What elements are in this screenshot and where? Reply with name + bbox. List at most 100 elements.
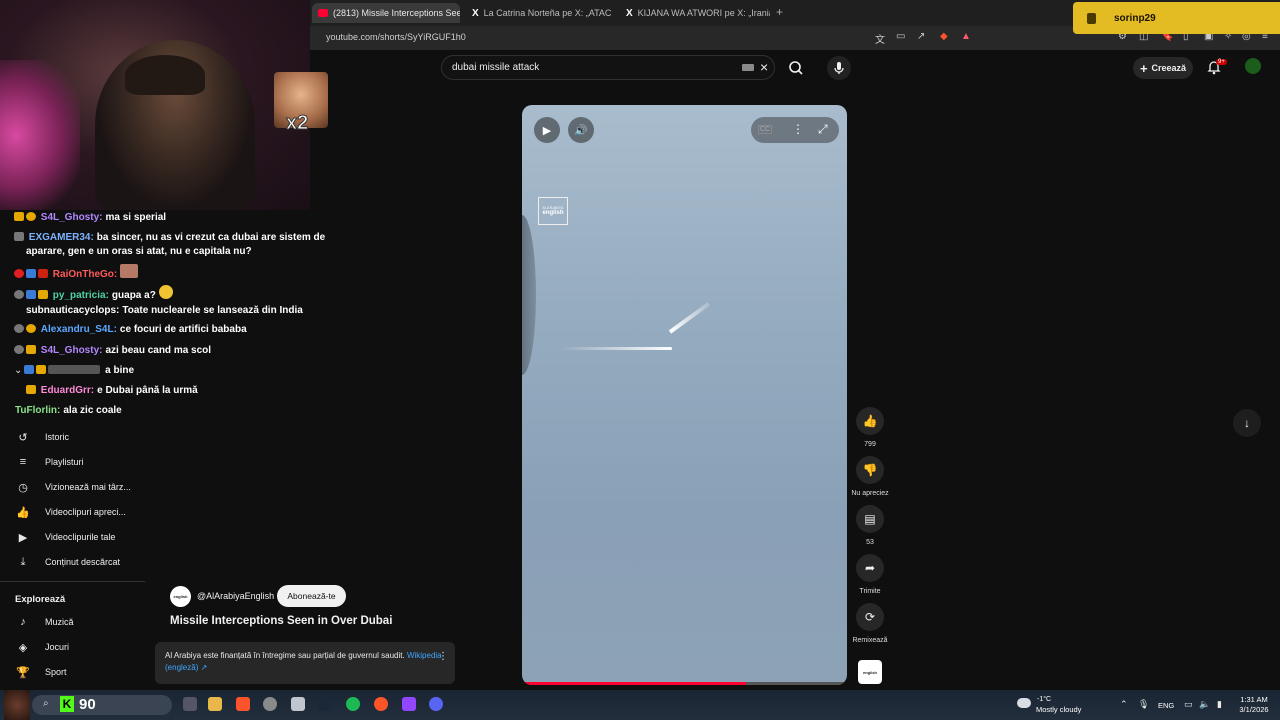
share-page-icon[interactable]: ↗ <box>917 31 925 42</box>
chat-message: py_patricia: guapa a? <box>14 285 175 302</box>
clear-search-icon[interactable]: × <box>760 59 768 75</box>
spotify-icon[interactable] <box>346 697 360 711</box>
fullscreen-icon[interactable]: ⤢ <box>818 122 828 137</box>
alarabiya-watermark: ALARABIYA english <box>538 197 568 225</box>
translate-icon[interactable]: 文 <box>875 31 885 46</box>
history-icon: ↺ <box>18 431 28 444</box>
language-indicator[interactable]: ENG <box>1158 701 1174 710</box>
browser-tab-x-2[interactable]: X KIJANA WA ATWORI pe X: „Irania <box>620 3 770 23</box>
comment-icon: ▤ <box>856 505 884 533</box>
discord-icon[interactable] <box>429 697 443 711</box>
mic-icon[interactable]: 🎙 <box>1138 699 1149 710</box>
progress-bar[interactable] <box>522 682 847 685</box>
channel-name[interactable]: @AlArabiyaEnglish <box>197 591 274 601</box>
more-options-icon[interactable]: ⋮ <box>792 122 804 136</box>
speaker-icon[interactable]: 🔈 <box>1199 699 1210 710</box>
sidebar-item-downloads[interactable]: ⤓ Conținut descărcat <box>0 551 150 573</box>
brave-shield-icon[interactable]: ◆ <box>940 31 948 42</box>
account-avatar[interactable] <box>1245 58 1261 74</box>
search-input[interactable]: dubai missile attack <box>452 62 539 73</box>
chat-username: py_patricia: <box>52 290 109 301</box>
sidebar-item-history[interactable]: ↺ Istoric <box>0 426 150 448</box>
short-title[interactable]: Missile Interceptions Seen in Over Dubai <box>170 615 392 627</box>
arrow-down-icon: ↓ <box>1244 416 1250 430</box>
steam-icon[interactable] <box>318 697 332 711</box>
weather-description: Mostly cloudy <box>1036 705 1082 714</box>
user-badge-icon <box>14 324 24 333</box>
thumb-up-icon: 👍 <box>856 407 884 435</box>
keyboard-icon[interactable] <box>742 64 754 71</box>
chat-text: azi beau cand ma scol <box>105 345 212 356</box>
sidebar-item-label: Istoric <box>45 432 70 442</box>
dislike-button[interactable]: 👎 Nu apreciez <box>849 456 891 497</box>
play-button[interactable]: ▶ <box>534 117 560 143</box>
sidebar-item-your-videos[interactable]: ▶ Videoclipurile tale <box>0 526 150 548</box>
create-label: Creează <box>1151 63 1187 73</box>
brave-icon[interactable] <box>236 697 250 711</box>
verified-badge-icon <box>24 365 35 374</box>
crown-badge-icon <box>26 345 36 354</box>
sidebar-item-playlists[interactable]: ≡ Playlisturi <box>0 451 150 473</box>
streamer-avatar <box>4 690 30 720</box>
task-view-icon[interactable] <box>183 697 197 711</box>
channel-avatar-text: english <box>173 594 188 599</box>
battery-icon[interactable]: ▮ <box>1217 699 1222 710</box>
obs-icon[interactable] <box>263 697 277 711</box>
calculator-icon[interactable] <box>291 697 305 711</box>
chat-text: Toate nuclearele se lansează din India <box>122 305 303 316</box>
tab-title: KIJANA WA ATWORI pe X: „Irania <box>637 8 770 18</box>
x-icon: X <box>472 7 479 19</box>
create-button[interactable]: + Creează <box>1133 57 1193 79</box>
sidebar-item-music[interactable]: ♪ Muzică <box>0 611 150 633</box>
sidebar-item-sports[interactable]: 🏆 Sport <box>0 661 150 683</box>
url-text[interactable]: youtube.com/shorts/SyYiRGUF1h0 <box>326 32 466 42</box>
subscribe-button[interactable]: Abonează-te <box>277 585 346 607</box>
remix-label: Remixează <box>852 637 888 644</box>
chat-text: ba sincer, nu as vi crezut ca dubai are … <box>96 232 326 243</box>
browser-tab-youtube[interactable]: (2813) Missile Interceptions Seen × <box>312 3 460 23</box>
channel-thumbnail[interactable]: english <box>858 660 882 684</box>
share-button[interactable]: ➦ Trimite <box>849 554 891 595</box>
sidebar-item-label: Jocuri <box>45 642 70 652</box>
more-options-icon[interactable]: ⋮ <box>438 651 448 662</box>
chat-message: S4L_Ghosty: ma si sperial <box>14 211 166 224</box>
progress-fill <box>522 682 747 685</box>
next-short-button[interactable]: ↓ <box>1233 409 1261 437</box>
volume-button[interactable]: 🔊 <box>568 117 594 143</box>
user-badge-icon <box>14 290 24 299</box>
clock-date[interactable]: 3/1/2026 <box>1236 705 1272 714</box>
remix-button[interactable]: ⟳ Remixează <box>849 603 891 644</box>
new-tab-icon[interactable]: + <box>776 5 783 19</box>
clock-time[interactable]: 1:31 AM <box>1236 695 1272 704</box>
display-icon[interactable]: ▭ <box>1184 699 1193 710</box>
sidebar-item-watch-later[interactable]: ◷ Vizionează mai târz... <box>0 476 150 498</box>
sidebar-item-gaming[interactable]: ◈ Jocuri <box>0 636 150 658</box>
search-box[interactable]: dubai missile attack × <box>441 55 775 80</box>
search-button[interactable] <box>784 57 808 79</box>
chat-message: Alexandru_S4L: ce focuri de artifici baba… <box>14 323 247 336</box>
file-explorer-icon[interactable] <box>208 697 222 711</box>
voice-search-button[interactable] <box>827 56 851 80</box>
chat-text: e Dubai până la urmă <box>97 385 198 396</box>
taskbar-search-box[interactable] <box>32 695 172 715</box>
comments-button[interactable]: ▤ 53 <box>849 505 891 546</box>
badge-strip-icon <box>48 365 101 374</box>
brave-rewards-icon[interactable]: ▲ <box>961 31 971 42</box>
sidebar-item-liked-videos[interactable]: 👍 Videoclipuri apreci... <box>0 501 150 523</box>
shorts-video-player[interactable]: ▶ 🔊 CC ⋮ ⤢ ALARABIYA english <box>522 105 847 685</box>
sub-badge-icon <box>26 324 36 333</box>
missile-trail <box>560 347 672 350</box>
sidebar-item-label: Conținut descărcat <box>45 557 121 567</box>
brave-beta-icon[interactable] <box>374 697 388 711</box>
chat-message-continued: aparare, gen e un oras si atat, nu e cap… <box>26 245 252 258</box>
twitch-icon[interactable] <box>402 697 416 711</box>
browser-tab-x-1[interactable]: X La Catrina Norteña pe X: „ATACA <box>466 3 611 23</box>
like-button[interactable]: 👍 799 <box>849 407 891 448</box>
crown-badge-icon <box>26 385 36 394</box>
play-icon: ▶ <box>542 124 552 137</box>
cast-icon[interactable]: ▭ <box>896 31 905 42</box>
chat-username: TuFlorlin: <box>15 405 61 416</box>
chevron-up-icon[interactable]: ⌃ <box>1120 699 1128 710</box>
captions-icon[interactable]: CC <box>758 125 773 134</box>
channel-avatar[interactable]: english <box>170 586 191 607</box>
